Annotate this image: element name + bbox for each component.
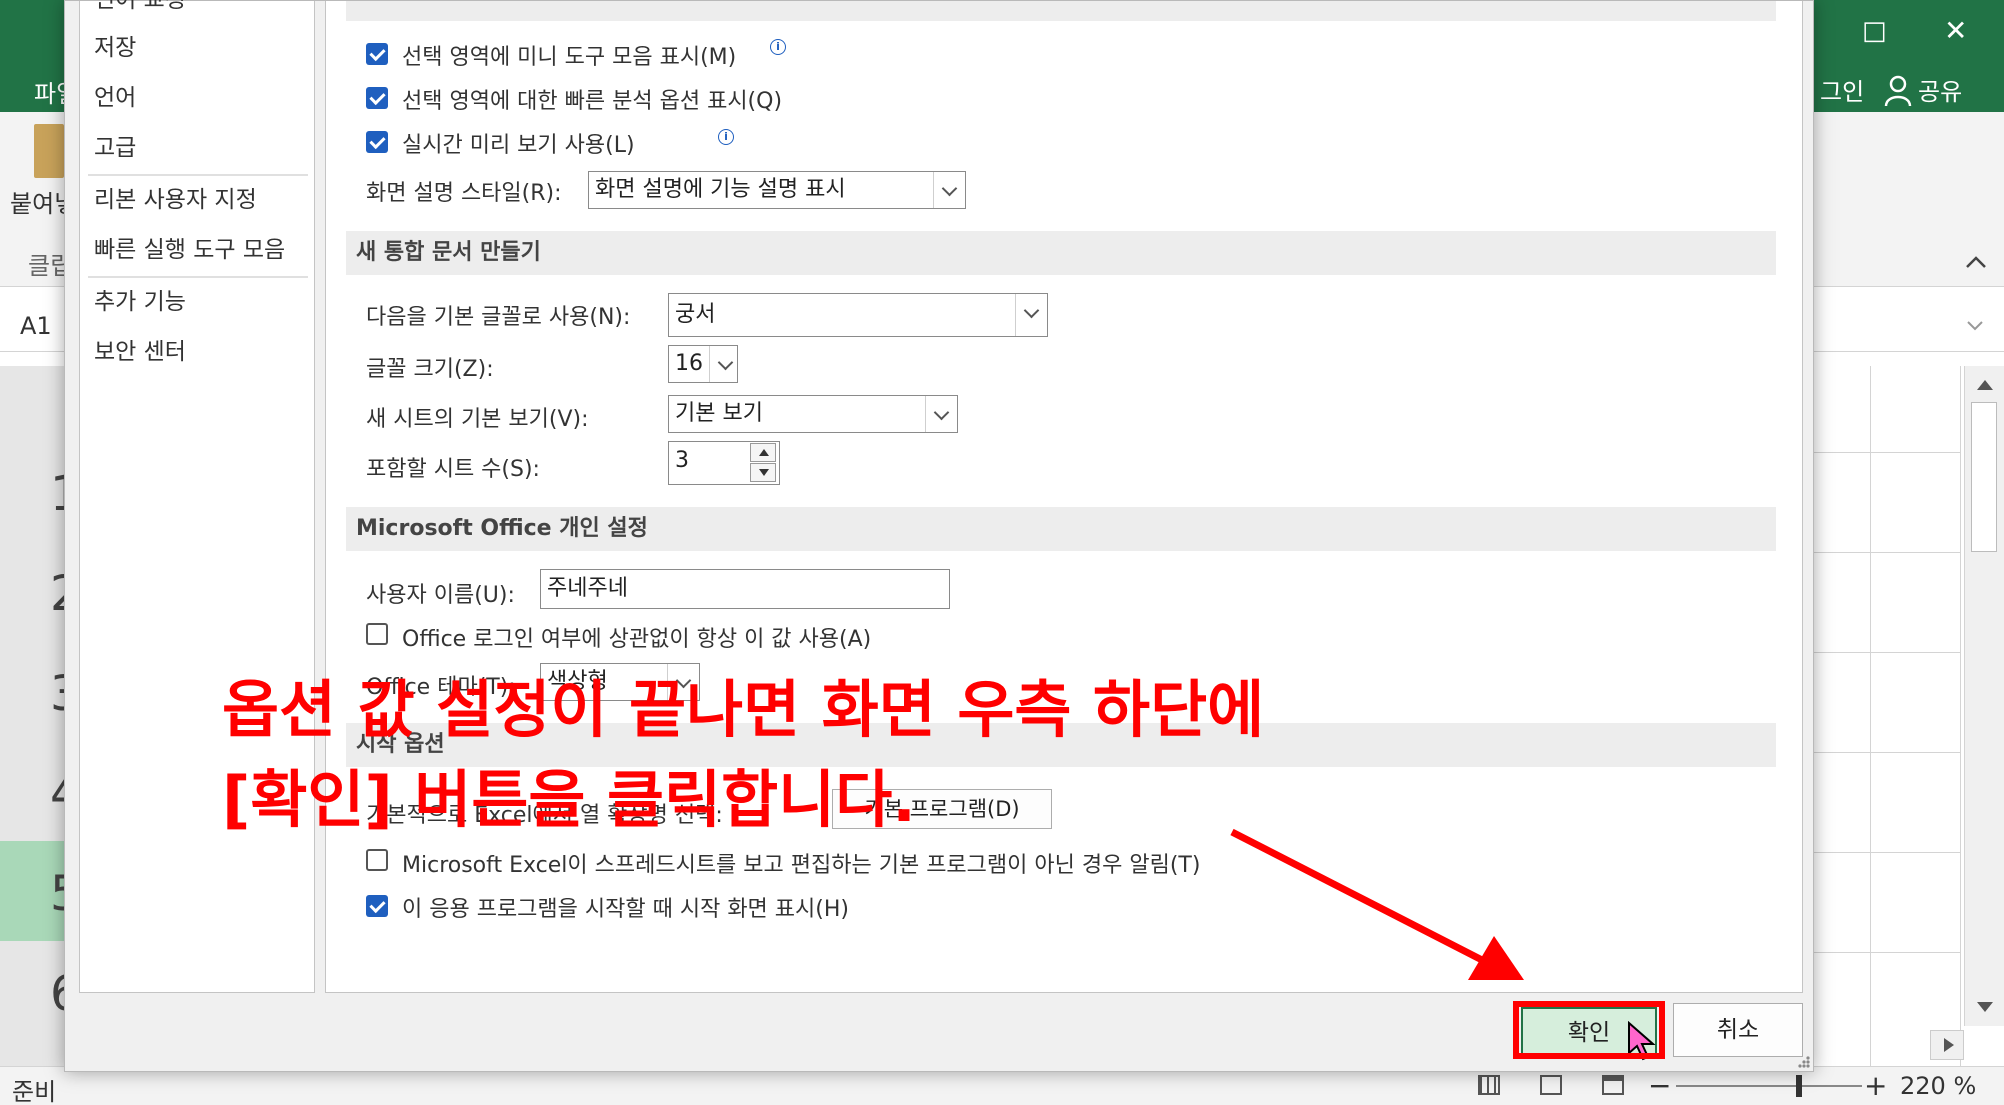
chevron-down-icon — [709, 346, 737, 382]
collapse-ribbon-icon[interactable] — [1964, 254, 1988, 270]
nav-add-ins[interactable]: 추가 기능 — [80, 279, 314, 325]
signin-link[interactable]: 그인 — [1820, 72, 1864, 107]
nav-advanced[interactable]: 고급 — [80, 125, 314, 171]
personalize-heading: Microsoft Office 개인 설정 — [346, 507, 1776, 551]
quick-analysis-checkbox[interactable] — [366, 87, 388, 109]
annotation-line-1: 옵션 값 설정이 끝나면 화면 우측 하단에 — [222, 673, 1265, 746]
scroll-right-icon — [1944, 1038, 1954, 1052]
excel-options-dialog: 언어 교정 저장 언어 고급 리본 사용자 지정 빠른 실행 도구 모음 추가 … — [64, 0, 1814, 1072]
username-value: 주네주네 — [547, 576, 628, 601]
name-box[interactable]: A1 — [20, 312, 52, 340]
default-font-value: 궁서 — [675, 302, 716, 327]
default-view-select[interactable]: 기본 보기 — [668, 395, 958, 433]
nav-divider — [88, 174, 308, 176]
zoom-level[interactable]: 220 % — [1900, 1072, 1976, 1100]
resize-grip-icon[interactable] — [1795, 1053, 1811, 1069]
ok-button-highlight — [1513, 1001, 1665, 1059]
nav-divider — [88, 276, 308, 278]
live-preview-label: 실시간 미리 보기 사용(L) — [402, 133, 635, 158]
live-preview-checkbox[interactable] — [366, 131, 388, 153]
screentip-label: 화면 설명 스타일(R): — [366, 181, 562, 206]
info-icon[interactable]: i — [718, 129, 734, 145]
spin-down-icon[interactable] — [750, 463, 776, 482]
horizontal-scroll-right[interactable] — [1930, 1030, 1964, 1060]
font-size-label: 글꼴 크기(Z): — [366, 357, 494, 382]
ui-options-heading-cut — [346, 1, 1776, 21]
notify-default-checkbox[interactable] — [366, 849, 388, 871]
nav-trust-center[interactable]: 보안 센터 — [80, 329, 314, 375]
font-size-value: 16 — [675, 351, 703, 376]
share-label: 공유 — [1918, 78, 1963, 106]
zoom-out-icon[interactable]: − — [1648, 1069, 1671, 1102]
sheet-count-value: 3 — [675, 448, 689, 473]
paste-icon[interactable] — [34, 124, 64, 178]
page-break-view-icon[interactable] — [1602, 1075, 1624, 1095]
zoom-in-icon[interactable]: + — [1864, 1069, 1887, 1102]
always-use-checkbox[interactable] — [366, 623, 388, 645]
info-icon[interactable]: i — [770, 39, 786, 55]
new-workbook-heading: 새 통합 문서 만들기 — [346, 231, 1776, 275]
close-icon[interactable]: ✕ — [1944, 14, 1967, 47]
always-use-label: Office 로그인 여부에 상관없이 항상 이 값 사용(A) — [402, 627, 872, 652]
notify-default-label: Microsoft Excel이 스프레드시트를 보고 편집하는 기본 프로그램… — [402, 853, 1201, 878]
mini-toolbar-checkbox[interactable] — [366, 43, 388, 65]
sheet-count-label: 포함할 시트 수(S): — [366, 457, 540, 482]
tutorial-annotation: 옵션 값 설정이 끝나면 화면 우측 하단에 [확인] 버튼을 클릭합니다. — [222, 665, 1264, 845]
nav-customize-ribbon[interactable]: 리본 사용자 지정 — [80, 177, 314, 223]
nav-quick-access-toolbar[interactable]: 빠른 실행 도구 모음 — [80, 227, 314, 273]
annotation-line-2: [확인] 버튼을 클릭합니다. — [222, 763, 916, 836]
expand-formula-icon[interactable] — [1966, 320, 1984, 332]
chevron-down-icon — [1015, 294, 1047, 336]
font-size-select[interactable]: 16 — [668, 345, 738, 383]
status-ready: 준비 — [12, 1078, 57, 1105]
annotation-arrow-icon — [1230, 828, 1524, 980]
nav-language[interactable]: 언어 — [80, 75, 314, 121]
mini-toolbar-label: 선택 영역에 미니 도구 모음 표시(M) — [402, 45, 737, 70]
share-button[interactable]: 공유 — [1876, 68, 2004, 112]
start-screen-checkbox[interactable] — [366, 895, 388, 917]
zoom-slider[interactable] — [1676, 1075, 1862, 1097]
spin-up-icon[interactable] — [750, 443, 776, 462]
page-layout-view-icon[interactable] — [1540, 1075, 1562, 1095]
default-view-label: 새 시트의 기본 보기(V): — [366, 407, 589, 432]
vertical-scrollbar[interactable] — [1964, 366, 2004, 1026]
person-add-icon — [1884, 75, 1912, 107]
normal-view-icon[interactable] — [1478, 1075, 1500, 1095]
chevron-down-icon — [925, 396, 957, 432]
username-input[interactable]: 주네주네 — [540, 569, 950, 609]
scroll-up-icon[interactable] — [1975, 378, 1995, 392]
nav-save[interactable]: 저장 — [80, 25, 314, 71]
scroll-down-icon[interactable] — [1975, 1000, 1995, 1014]
zoom-slider-thumb[interactable] — [1796, 1075, 1802, 1097]
username-label: 사용자 이름(U): — [366, 583, 515, 608]
scroll-thumb[interactable] — [1971, 402, 1997, 552]
minimize-restore-icon[interactable]: □ — [1862, 16, 1887, 46]
default-font-select[interactable]: 궁서 — [668, 293, 1048, 337]
nav-proofing[interactable]: 언어 교정 — [80, 0, 314, 23]
start-screen-label: 이 응용 프로그램을 시작할 때 시작 화면 표시(H) — [402, 897, 849, 922]
quick-analysis-label: 선택 영역에 대한 빠른 분석 옵션 표시(Q) — [402, 89, 783, 114]
default-view-value: 기본 보기 — [675, 401, 763, 426]
screentip-select[interactable]: 화면 설명에 기능 설명 표시 — [588, 171, 966, 209]
default-font-label: 다음을 기본 글꼴로 사용(N): — [366, 305, 631, 330]
screentip-value: 화면 설명에 기능 설명 표시 — [595, 177, 846, 202]
chevron-down-icon — [933, 172, 965, 208]
cancel-button[interactable]: 취소 — [1673, 1003, 1803, 1057]
